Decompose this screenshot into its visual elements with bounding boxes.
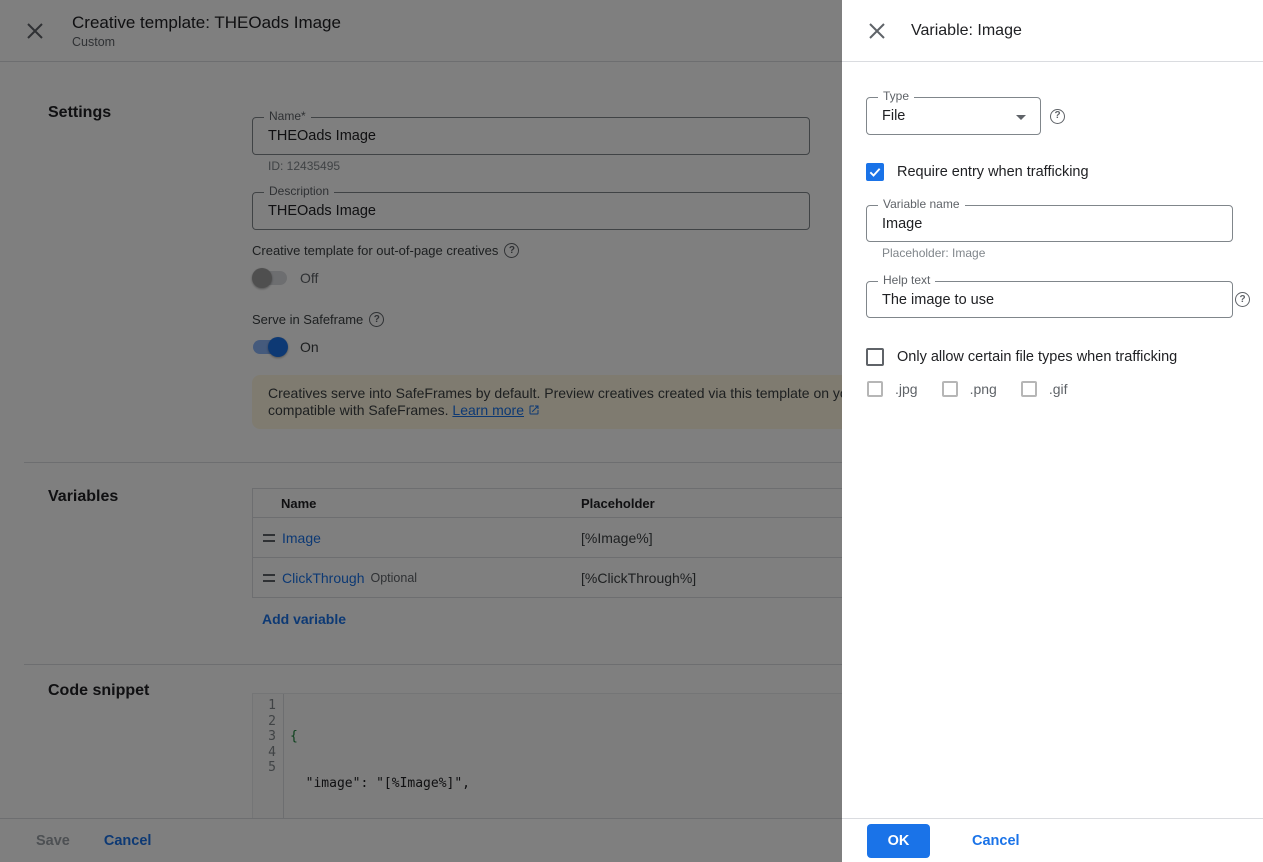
help-text-value[interactable]: The image to use [867, 292, 1232, 308]
panel-close-icon[interactable] [868, 22, 886, 40]
only-allow-checkbox[interactable] [866, 348, 884, 366]
type-select[interactable]: Type File [866, 97, 1041, 135]
require-entry-checkbox[interactable] [866, 163, 884, 181]
variable-panel: Variable: Image Type File Require entry … [842, 0, 1263, 862]
help-text-field[interactable]: Help text The image to use [866, 281, 1233, 318]
help-text-help-icon[interactable] [1235, 292, 1250, 307]
jpg-label: .jpg [895, 381, 918, 397]
png-label: .png [970, 381, 997, 397]
type-help-icon[interactable] [1050, 109, 1065, 124]
panel-footer: OK Cancel [842, 818, 1263, 862]
gif-label: .gif [1049, 381, 1068, 397]
file-type-item: .jpg [867, 381, 918, 397]
type-select-value: File [867, 108, 1040, 124]
variable-name-helper: Placeholder: Image [866, 246, 1239, 260]
type-row: Type File [866, 97, 1239, 135]
variable-name-value[interactable]: Image [867, 216, 1232, 232]
file-type-item: .gif [1021, 381, 1068, 397]
panel-header: Variable: Image [842, 0, 1263, 62]
panel-body: Type File Require entry when trafficking… [842, 62, 1263, 818]
type-select-label: Type [878, 89, 914, 103]
jpg-checkbox[interactable] [867, 381, 883, 397]
only-allow-row: Only allow certain file types when traff… [866, 348, 1239, 366]
require-entry-row: Require entry when trafficking [866, 163, 1239, 181]
panel-title: Variable: Image [911, 22, 1022, 40]
png-checkbox[interactable] [942, 381, 958, 397]
gif-checkbox[interactable] [1021, 381, 1037, 397]
help-text-row: Help text The image to use [866, 281, 1233, 318]
require-entry-label: Require entry when trafficking [897, 164, 1089, 180]
file-type-item: .png [942, 381, 997, 397]
chevron-down-icon [1016, 115, 1026, 120]
only-allow-label: Only allow certain file types when traff… [897, 349, 1177, 365]
variable-name-label: Variable name [878, 197, 965, 211]
help-text-label: Help text [878, 273, 935, 287]
panel-cancel-button[interactable]: Cancel [972, 833, 1020, 849]
variable-name-field[interactable]: Variable name Image [866, 205, 1233, 242]
file-types-row: .jpg .png .gif [866, 381, 1239, 397]
ok-button[interactable]: OK [867, 824, 930, 858]
